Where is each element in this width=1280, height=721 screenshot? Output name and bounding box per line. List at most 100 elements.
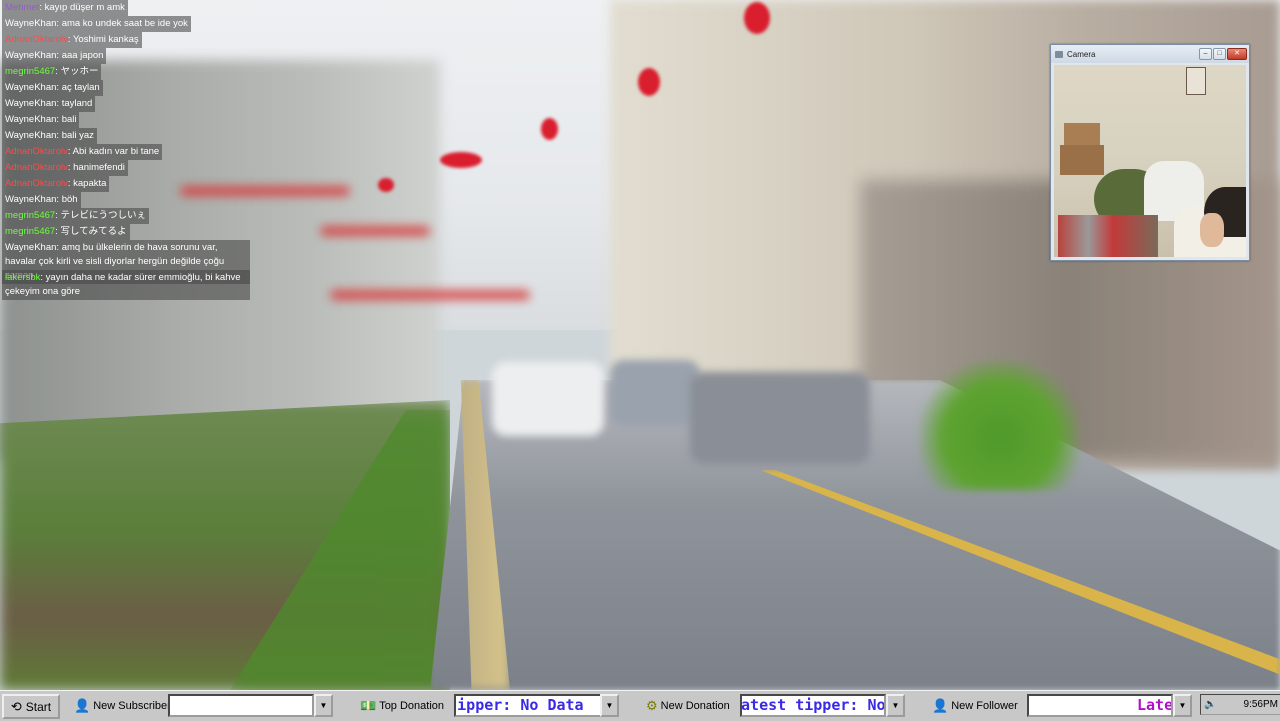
top-donation-value: Top tipper: No Data <box>454 696 584 714</box>
chat-text: ama ko undek saat be ide yok <box>61 18 188 29</box>
chat-username: lakersbk <box>5 272 41 283</box>
lantern-string <box>180 186 350 196</box>
chat-message: WayneKhan: aç taylan <box>2 80 103 96</box>
lantern-string <box>320 226 430 236</box>
chat-username: Mehmet <box>5 2 40 13</box>
chat-username: AdnanOktarolv <box>5 146 68 157</box>
chat-text: hanimefendi <box>73 162 125 173</box>
chat-username: WayneKhan <box>5 50 57 61</box>
system-tray: 🔈 9:56PM <box>1200 694 1280 715</box>
streamer-face <box>1200 213 1224 247</box>
minimize-button[interactable]: – <box>1199 48 1212 60</box>
new-follower-dropdown[interactable]: ▼ <box>1173 694 1192 717</box>
chat-username: WayneKhan <box>5 98 57 109</box>
new-donation-text: New Donation <box>660 700 730 712</box>
chat-text: kayıp düşer m amk <box>44 2 125 13</box>
new-donation-dropdown[interactable]: ▼ <box>886 694 905 717</box>
parked-car <box>690 372 870 464</box>
chat-message: AdnanOktarolv: Yoshimi kankaş <box>2 32 142 48</box>
top-donation-dropdown[interactable]: ▼ <box>600 694 619 717</box>
chat-text: ヤッホー <box>60 66 99 77</box>
chat-message: AdnanOktarolv: hanimefendi <box>2 160 128 176</box>
cardboard-box <box>1064 123 1100 147</box>
chat-message: AdnanOktarolv: kapakta <box>2 176 110 192</box>
new-follower-text: New Follower <box>951 700 1018 712</box>
chat-text: bali yaz <box>61 130 94 141</box>
lantern-string <box>330 290 530 300</box>
chat-text: 写してみてるよ <box>60 226 127 237</box>
coin-icon: ⚙ <box>646 698 658 713</box>
start-label: Start <box>25 699 52 714</box>
white-car <box>492 362 604 436</box>
grey-car <box>610 360 700 426</box>
top-donation-field[interactable]: Top tipper: No Data <box>454 694 602 717</box>
wall-picture <box>1186 67 1206 95</box>
new-subscriber-text: New Subscriber <box>93 700 171 712</box>
red-lantern <box>440 152 482 168</box>
chat-message: WayneKhan: bali yaz <box>2 128 97 144</box>
new-donation-label: ⚙ New Donation <box>646 698 730 714</box>
user-icon: 👤 <box>74 698 91 713</box>
new-subscriber-field[interactable] <box>168 694 314 717</box>
bush <box>920 360 1080 490</box>
chat-username: AdnanOktarolv <box>5 34 68 45</box>
chat-username: WayneKhan <box>5 130 57 141</box>
chat-username: AdnanOktarolv <box>5 178 68 189</box>
cardboard-box <box>1060 145 1104 175</box>
chat-message: WayneKhan: tayland <box>2 96 96 112</box>
red-lantern <box>378 178 394 192</box>
chat-message: megrin5467: テレビにうつしいぇ <box>2 208 149 224</box>
red-lantern <box>541 118 558 140</box>
chat-username: AdnanOktarolv <box>5 162 68 173</box>
chat-message: lakersbk: yayın daha ne kadar sürer emmi… <box>2 270 250 300</box>
chat-message: WayneKhan: bali <box>2 112 80 128</box>
top-donation-text: Top Donation <box>379 700 445 712</box>
chat-username: megrin5467 <box>5 66 56 77</box>
chat-username: megrin5467 <box>5 226 56 237</box>
chat-username: WayneKhan <box>5 18 57 29</box>
red-lantern <box>638 68 660 96</box>
chat-text: tayland <box>61 98 93 109</box>
maximize-button[interactable]: □ <box>1213 48 1226 60</box>
chat-message: megrin5467: ヤッホー <box>2 64 102 80</box>
webcam-feed <box>1054 65 1246 257</box>
camera-title: Camera <box>1051 50 1095 59</box>
new-subscriber-label: 👤 New Subscriber <box>74 698 171 714</box>
camera-window[interactable]: Camera – □ ✕ <box>1050 44 1250 261</box>
chat-username: WayneKhan <box>5 114 57 125</box>
camera-title-text: Camera <box>1067 49 1096 59</box>
chat-text: aç taylan <box>61 82 100 93</box>
chat-text: テレビにうつしいぇ <box>60 210 146 221</box>
camera-titlebar[interactable]: Camera – □ ✕ <box>1051 45 1249 63</box>
chat-message: WayneKhan: aaa japon <box>2 48 107 64</box>
user-icon: 👤 <box>932 698 949 713</box>
chat-text: Abi kadın var bi tane <box>72 146 160 157</box>
clock: 9:56PM <box>1243 699 1278 710</box>
new-donation-value: Latest tipper: No <box>740 696 886 714</box>
start-button[interactable]: ⟲ Start <box>2 694 60 719</box>
chat-text: aaa japon <box>61 50 104 61</box>
window-controls: – □ ✕ <box>1199 48 1249 60</box>
desk-clutter <box>1058 215 1158 257</box>
chat-username: WayneKhan <box>5 242 57 253</box>
new-donation-field[interactable]: Latest tipper: No <box>740 694 886 717</box>
chat-message: megrin5467: 写してみてるよ <box>2 224 130 240</box>
red-lantern <box>744 2 770 34</box>
top-donation-label: 💵 Top Donation <box>360 698 444 714</box>
chat-message: WayneKhan: böh <box>2 192 81 208</box>
new-follower-field[interactable]: Late <box>1027 694 1173 717</box>
chat-text: Yoshimi kankaş <box>72 34 139 45</box>
new-subscriber-dropdown[interactable]: ▼ <box>314 694 333 717</box>
chat-username: WayneKhan <box>5 194 57 205</box>
chat-text: yayın daha ne kadar sürer emmioğlu, bi k… <box>5 272 241 297</box>
chat-text: bali <box>61 114 77 125</box>
new-follower-value: Late <box>1137 696 1173 714</box>
chat-message: Mehmet: kayıp düşer m amk <box>2 0 128 16</box>
close-button[interactable]: ✕ <box>1227 48 1247 60</box>
taskbar: ⟲ Start 👤 New Subscriber ▼ 💵 Top Donatio… <box>0 690 1280 721</box>
new-follower-label: 👤 New Follower <box>932 698 1018 714</box>
chat-message: AdnanOktarolv: Abi kadın var bi tane <box>2 144 163 160</box>
chat-username: megrin5467 <box>5 210 56 221</box>
chat-text: böh <box>61 194 78 205</box>
volume-icon[interactable]: 🔈 <box>1204 699 1216 710</box>
